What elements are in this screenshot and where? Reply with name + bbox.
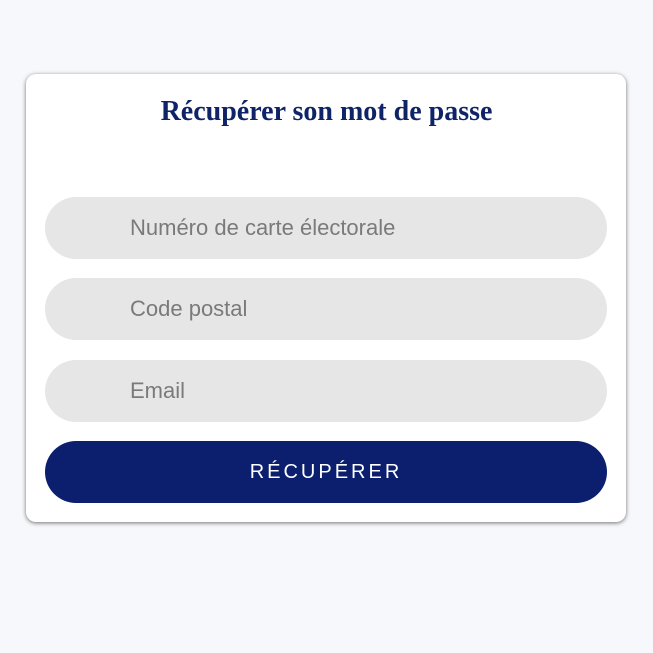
recover-button[interactable]: RÉCUPÉRER [45, 441, 607, 503]
card-number-input[interactable] [45, 197, 607, 259]
email-input[interactable] [45, 360, 607, 422]
postal-code-input[interactable] [45, 278, 607, 340]
page-title: Récupérer son mot de passe [160, 96, 493, 127]
